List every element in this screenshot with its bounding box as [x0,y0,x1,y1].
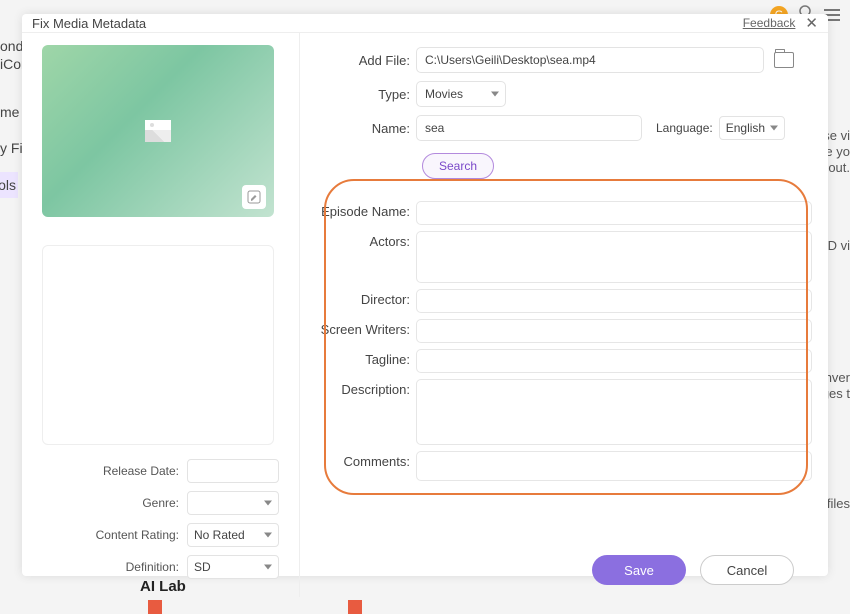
description-input[interactable] [416,379,812,445]
content-rating-label: Content Rating: [96,528,179,542]
comments-input[interactable] [416,451,812,481]
close-icon[interactable]: ✕ [805,14,818,32]
image-placeholder-icon [145,120,171,142]
chevron-down-icon [770,126,778,131]
right-pane: Add File: Type: Movies Name: Language: E… [300,33,828,597]
episode-name-label: Episode Name: [312,201,416,219]
edit-cover-button[interactable] [242,185,266,209]
chevron-down-icon [491,92,499,97]
description-label: Description: [312,379,416,397]
screen-writers-input[interactable] [416,319,812,343]
search-button[interactable]: Search [422,153,494,179]
feedback-link[interactable]: Feedback [743,16,796,30]
genre-label: Genre: [142,496,179,510]
type-value: Movies [425,87,463,101]
left-pane: Release Date: Genre: Content Rating: No … [22,33,300,597]
comments-label: Comments: [312,451,416,469]
cancel-button[interactable]: Cancel [700,555,794,585]
tagline-label: Tagline: [312,349,416,367]
content-rating-value: No Rated [194,528,245,542]
type-select[interactable]: Movies [416,81,506,107]
director-label: Director: [312,289,416,307]
actors-input[interactable] [416,231,812,283]
genre-select[interactable] [187,491,279,515]
bg-text: me [0,104,19,120]
bg-square-icon [148,600,162,614]
save-button[interactable]: Save [592,555,686,585]
name-label: Name: [312,121,416,136]
tagline-input[interactable] [416,349,812,373]
modal-title: Fix Media Metadata [32,16,146,31]
screen-writers-label: Screen Writers: [312,319,416,337]
type-label: Type: [312,87,416,102]
fix-metadata-modal: Fix Media Metadata Feedback ✕ Release Da… [22,14,828,576]
definition-value: SD [194,560,211,574]
chevron-down-icon [264,565,272,570]
definition-label: Definition: [126,560,179,574]
bg-square-icon [348,600,362,614]
language-label: Language: [656,121,713,135]
episode-name-input[interactable] [416,201,812,225]
bg-text: out. [828,160,850,175]
results-panel [42,245,274,445]
definition-select[interactable]: SD [187,555,279,579]
content-rating-select[interactable]: No Rated [187,523,279,547]
add-file-input[interactable] [416,47,764,73]
actors-label: Actors: [312,231,416,249]
folder-icon[interactable] [774,52,794,68]
bg-text: ols [0,172,18,198]
chevron-down-icon [264,501,272,506]
cover-art [42,45,274,217]
language-select[interactable]: English [719,116,785,140]
release-date-label: Release Date: [103,464,179,478]
chevron-down-icon [264,533,272,538]
add-file-label: Add File: [312,53,416,68]
bg-text: nver [825,370,850,385]
name-input[interactable] [416,115,642,141]
modal-header: Fix Media Metadata Feedback ✕ [22,14,828,33]
director-input[interactable] [416,289,812,313]
language-value: English [726,121,765,135]
release-date-input[interactable] [187,459,279,483]
